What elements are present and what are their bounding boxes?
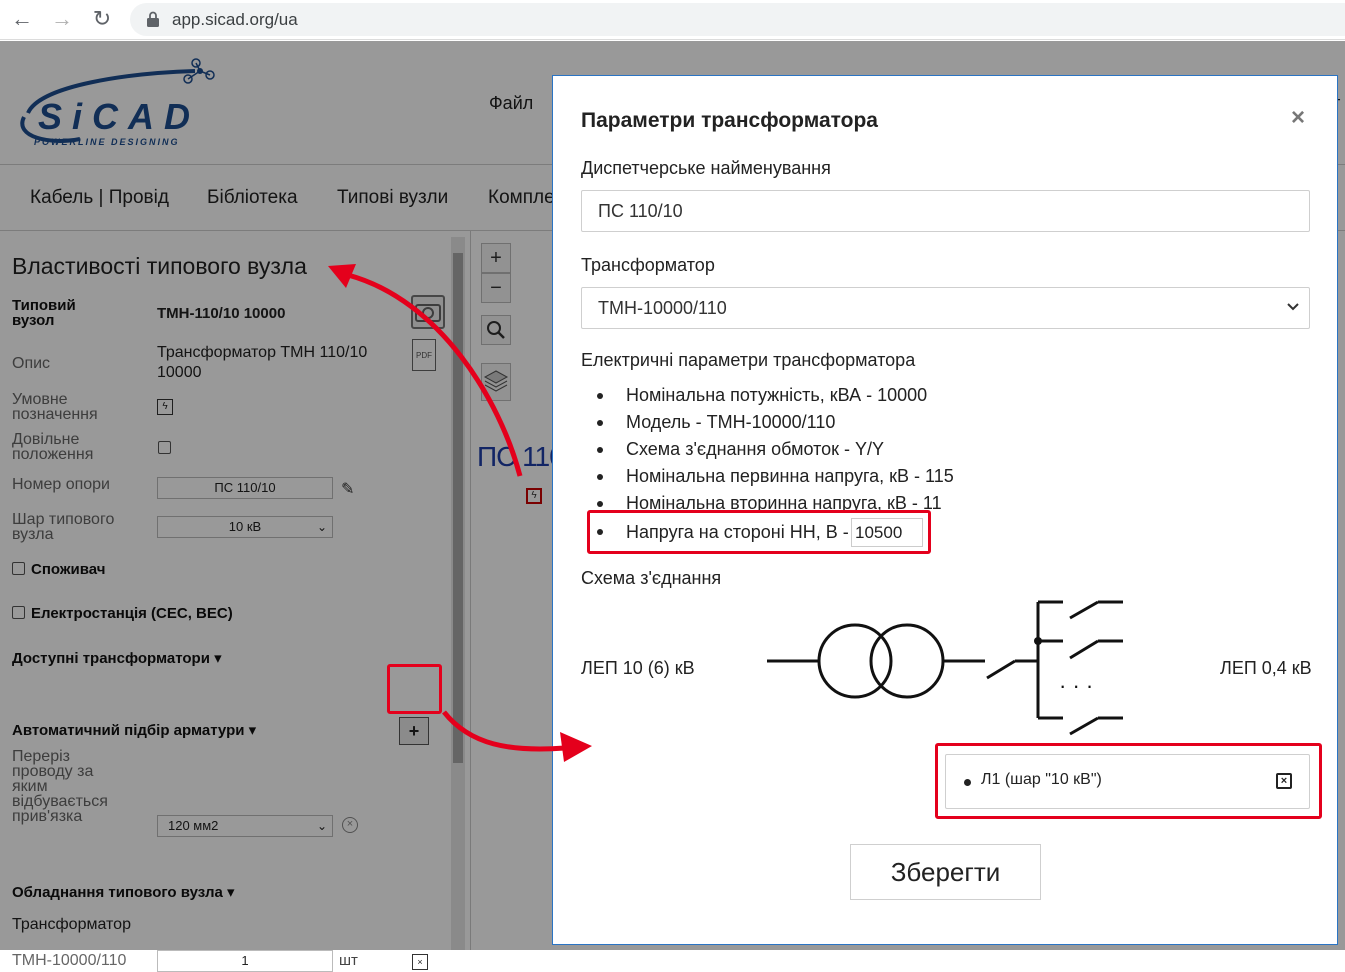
highlight-line-box [935, 743, 1322, 819]
transformer-select-value: ТМН-10000/110 [598, 298, 727, 318]
electrical-params-header: Електричні параметри трансформатора [581, 350, 916, 370]
chevron-down-icon [1287, 303, 1299, 311]
modal-title: Параметри трансформатора [581, 109, 878, 132]
param-model: Модель - ТМН-10000/110 [597, 409, 954, 436]
param-primary-voltage: Номінальна первинна напруга, кВ - 115 [597, 463, 954, 490]
remove-equipment-icon[interactable]: × [412, 954, 428, 970]
scheme-label: Схема з'єднання [581, 568, 722, 588]
transformer-label: Трансформатор [581, 255, 715, 275]
transformer-params-modal: Параметри трансформатора × Диспетчерське… [552, 75, 1338, 945]
lock-icon [147, 11, 159, 27]
electrical-params-list: Номінальна потужність, кВА - 10000 Модел… [597, 382, 954, 517]
lep-left-label: ЛЕП 10 (6) кВ [581, 658, 695, 678]
lep-right-label: ЛЕП 0,4 кВ [1220, 658, 1312, 678]
dispatch-name-label: Диспетчерське найменування [581, 158, 831, 178]
dispatch-name-input[interactable]: ПС 110/10 [581, 190, 1310, 232]
browser-toolbar: ← → ↻ app.sicad.org/ua [0, 0, 1345, 40]
url-text[interactable]: app.sicad.org/ua [172, 10, 298, 30]
connection-scheme-diagram: · · · [767, 600, 1123, 736]
transformer-select[interactable]: ТМН-10000/110 [581, 287, 1310, 329]
param-power: Номінальна потужність, кВА - 10000 [597, 382, 954, 409]
reload-icon[interactable]: ↻ [88, 6, 116, 34]
highlight-voltage-box [587, 510, 931, 554]
equipment-name: ТМН-10000/110 [12, 952, 127, 969]
param-winding: Схема з'єднання обмоток - Y/Y [597, 436, 954, 463]
highlight-add-button-box [387, 664, 442, 714]
equipment-unit: шт [339, 952, 358, 969]
equipment-qty-input[interactable]: 1 [157, 950, 333, 972]
save-button[interactable]: Зберегти [850, 844, 1041, 900]
back-arrow-icon[interactable]: ← [8, 6, 36, 34]
scheme-ellipsis: · · · [1059, 673, 1093, 698]
address-bar[interactable]: app.sicad.org/ua [130, 3, 1345, 36]
close-icon[interactable]: × [1291, 104, 1305, 132]
forward-arrow-icon[interactable]: → [48, 6, 76, 34]
